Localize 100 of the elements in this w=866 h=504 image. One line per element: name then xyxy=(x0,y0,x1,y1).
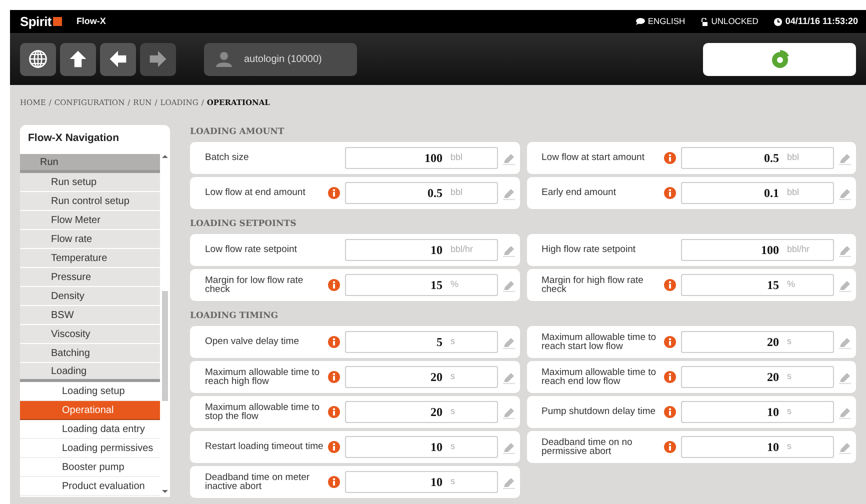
pencil-icon[interactable] xyxy=(502,476,514,488)
pencil-icon[interactable] xyxy=(502,440,514,454)
value-field[interactable]: 20 s xyxy=(681,331,834,353)
field-label: Margin for low flow rate check xyxy=(205,276,304,294)
value-field[interactable]: 0.5 bbl xyxy=(344,182,498,204)
value-field[interactable]: 0.1 bbl xyxy=(681,182,834,204)
info-icon[interactable] xyxy=(664,336,676,348)
language-link[interactable]: ENGLISH xyxy=(648,15,686,28)
pencil-icon[interactable] xyxy=(502,186,514,200)
value-field[interactable]: 0.5 bbl xyxy=(681,147,834,169)
value-field[interactable]: 15 % xyxy=(344,274,498,296)
navigation-title: Flow-X Navigation xyxy=(27,131,120,146)
pencil-icon[interactable] xyxy=(502,370,514,384)
value-field[interactable]: 20 s xyxy=(344,366,498,388)
info-icon[interactable] xyxy=(328,186,340,199)
value-field[interactable]: 10 s xyxy=(344,436,498,458)
scroll-thumb[interactable] xyxy=(162,291,168,401)
field-label: Low flow rate setpoint xyxy=(205,245,298,255)
right-arrow-icon xyxy=(148,49,168,69)
info-icon[interactable] xyxy=(328,336,340,348)
navigation-item[interactable]: Operational xyxy=(20,401,160,420)
pencil-icon[interactable] xyxy=(502,152,514,164)
pencil-icon[interactable] xyxy=(502,336,514,348)
value-field[interactable]: 10 bbl/hr xyxy=(344,239,498,261)
navigation-item[interactable]: Temperature xyxy=(20,249,160,268)
globe-button[interactable] xyxy=(20,42,56,76)
info-icon[interactable] xyxy=(328,440,340,453)
pencil-icon[interactable] xyxy=(502,244,514,256)
user-field[interactable]: autologin (10000) xyxy=(204,42,357,76)
field-label: Maximum allowable time to reach end low flow xyxy=(542,368,658,386)
globe-icon xyxy=(28,49,48,69)
field-label: High flow rate setpoint xyxy=(542,245,636,255)
info-icon[interactable] xyxy=(328,370,340,383)
value-field[interactable]: 5 s xyxy=(344,331,498,353)
value-field[interactable]: 10 s xyxy=(681,401,834,423)
scroll-up-icon[interactable] xyxy=(162,154,168,159)
navigation-item[interactable]: Pressure xyxy=(20,268,160,287)
value-field[interactable]: 15 % xyxy=(681,274,834,296)
home-logo-icon xyxy=(770,49,790,69)
lock-icon xyxy=(701,18,708,26)
pencil-icon[interactable] xyxy=(839,336,851,348)
product-name: Flow-X xyxy=(76,14,106,28)
pencil-icon[interactable] xyxy=(839,440,851,454)
clock-icon xyxy=(774,18,782,26)
section-title: LOADING TIMING xyxy=(190,310,280,323)
field-label: Batch size xyxy=(205,153,250,163)
field-label: Maximum allowable time to stop the flow xyxy=(205,402,321,422)
navigation-item[interactable]: Flow rate xyxy=(20,230,160,249)
field-label: Low flow at end amount xyxy=(205,188,306,198)
date-time: 04/11/16 11:53:20 xyxy=(785,14,858,28)
speech-bubble-icon xyxy=(636,18,645,25)
pencil-icon[interactable] xyxy=(839,186,851,200)
info-icon[interactable] xyxy=(328,278,340,291)
navigation-item[interactable]: Run setup xyxy=(20,173,160,192)
value-field[interactable]: 100 bbl xyxy=(344,147,498,169)
pencil-icon[interactable] xyxy=(839,152,851,164)
section-title: LOADING SETPOINTS xyxy=(190,218,298,231)
pencil-icon[interactable] xyxy=(502,278,514,292)
info-icon[interactable] xyxy=(328,476,340,488)
field-label: Open valve delay time xyxy=(205,337,300,347)
navigation-item[interactable]: Density xyxy=(20,287,160,306)
pencil-icon[interactable] xyxy=(839,244,851,256)
field-label: Margin for high flow rate check xyxy=(542,276,644,294)
pencil-icon[interactable] xyxy=(839,370,851,384)
info-icon[interactable] xyxy=(664,186,676,199)
pencil-icon[interactable] xyxy=(502,406,514,418)
up-arrow-button[interactable] xyxy=(60,42,96,76)
navigation-item[interactable]: Run control setup xyxy=(20,192,160,211)
value-field[interactable]: 20 s xyxy=(344,401,498,423)
up-arrow-icon xyxy=(68,49,88,69)
home-button[interactable] xyxy=(703,42,856,76)
user-icon xyxy=(216,51,232,67)
value-field[interactable]: 10 s xyxy=(681,436,834,458)
info-icon[interactable] xyxy=(664,406,676,418)
info-icon[interactable] xyxy=(664,152,676,164)
info-icon[interactable] xyxy=(328,406,340,418)
value-field[interactable]: 10 s xyxy=(344,471,498,493)
pencil-icon[interactable] xyxy=(839,278,851,292)
field-label: Early end amount xyxy=(542,188,617,198)
left-arrow-icon xyxy=(108,49,128,69)
navigation-item[interactable]: Loading xyxy=(20,363,160,382)
navigation-item[interactable]: Batching xyxy=(20,344,160,363)
logo: Spirit xyxy=(20,12,52,31)
value-field[interactable]: 100 bbl/hr xyxy=(681,239,834,261)
value-field[interactable]: 20 s xyxy=(681,366,834,388)
field-label: Low flow at start amount xyxy=(542,153,646,163)
info-icon[interactable] xyxy=(664,278,676,291)
scroll-down-icon[interactable] xyxy=(162,489,168,494)
left-arrow-button[interactable] xyxy=(100,42,136,76)
navigation-item[interactable]: Flow Meter xyxy=(20,211,160,230)
field-label: Deadband time on no permissive abort xyxy=(542,438,634,456)
navigation-item[interactable]: BSW xyxy=(20,306,160,325)
pencil-icon[interactable] xyxy=(839,406,851,418)
navigation-item[interactable]: Run xyxy=(20,154,160,173)
lock-status[interactable]: UNLOCKED xyxy=(711,15,758,28)
info-icon[interactable] xyxy=(664,440,676,453)
field-label: Maximum allowable time to reach start low flow xyxy=(542,332,658,352)
field-label: Deadband time on meter inactive abort xyxy=(205,472,311,492)
info-icon[interactable] xyxy=(664,370,676,383)
navigation-item[interactable]: Viscosity xyxy=(20,325,160,344)
